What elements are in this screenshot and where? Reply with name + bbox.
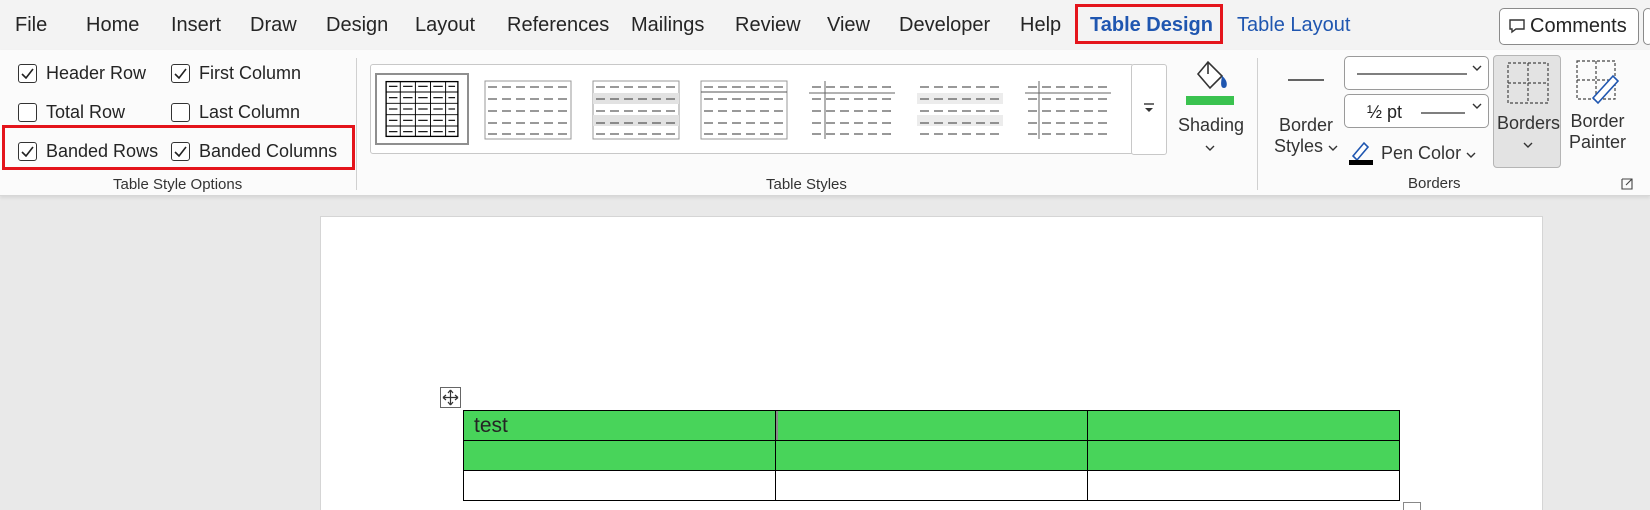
borders-button[interactable]: Borders xyxy=(1493,55,1561,168)
border-painter-label-1: Border xyxy=(1570,111,1625,131)
tab-review[interactable]: Review xyxy=(735,14,801,37)
table-style-options-group-label: Table Style Options xyxy=(113,176,243,193)
border-styles-button[interactable]: Border Styles xyxy=(1272,72,1340,162)
line-weight-value: ½ pt xyxy=(1367,102,1403,122)
comments-label: Comments xyxy=(1530,15,1627,37)
line-weight-preview xyxy=(1421,112,1465,114)
tab-references[interactable]: References xyxy=(507,14,609,37)
table-styles-group-label: Table Styles xyxy=(766,176,847,193)
highlight-table-design xyxy=(1075,4,1223,44)
tab-help[interactable]: Help xyxy=(1020,14,1061,37)
border-styles-label-1: Border xyxy=(1278,115,1334,135)
chevron-down-icon xyxy=(1466,152,1476,158)
table-style-plain-banded-thumbnail[interactable] xyxy=(913,73,1007,145)
checkbox-unchecked-icon xyxy=(171,103,190,122)
comment-icon xyxy=(1509,19,1525,34)
table-row xyxy=(463,440,1400,471)
first-column-label: First Column xyxy=(199,63,302,83)
border-styles-label-2: Styles xyxy=(1272,136,1340,157)
move-arrows-icon xyxy=(442,389,459,406)
tab-design[interactable]: Design xyxy=(326,14,388,37)
table-cell[interactable]: test xyxy=(463,410,776,441)
table-cell[interactable] xyxy=(775,410,1088,441)
table-row: test xyxy=(463,410,1400,441)
tab-layout[interactable]: Layout xyxy=(415,14,475,37)
table-cell[interactable] xyxy=(1087,410,1400,441)
tab-developer[interactable]: Developer xyxy=(899,14,990,37)
table-cell[interactable] xyxy=(775,470,1088,501)
group-divider xyxy=(1257,58,1258,190)
last-column-label: Last Column xyxy=(199,102,301,122)
borders-group-label: Borders xyxy=(1408,175,1461,192)
border-painter-label-2: Painter xyxy=(1568,132,1627,152)
chevron-down-icon xyxy=(1328,145,1338,151)
tab-view[interactable]: View xyxy=(827,14,870,37)
table-cell[interactable] xyxy=(775,440,1088,471)
checkbox-unchecked-icon xyxy=(18,103,37,122)
table-cell[interactable] xyxy=(463,440,776,471)
tab-home[interactable]: Home xyxy=(86,14,139,37)
table-style-grid-thumbnail[interactable] xyxy=(375,73,469,145)
table-move-handle[interactable] xyxy=(440,387,461,408)
group-divider xyxy=(356,58,357,190)
gallery-more-icon xyxy=(1144,103,1154,112)
chevron-down-icon xyxy=(1472,103,1482,109)
table-style-header-grid-thumbnail[interactable] xyxy=(697,73,791,145)
checkbox-checked-icon xyxy=(18,64,37,83)
chevron-down-icon xyxy=(1205,145,1215,151)
line-weight-dropdown[interactable]: ½ pt xyxy=(1344,94,1489,128)
table-style-lined-thumbnail[interactable] xyxy=(1021,73,1115,145)
paint-bucket-icon xyxy=(1186,60,1234,105)
tab-insert[interactable]: Insert xyxy=(171,14,221,37)
table-style-first-column-thumbnail[interactable] xyxy=(805,73,899,145)
menu-bar: File Home Insert Draw Design Layout Refe… xyxy=(0,0,1650,50)
table-resize-handle[interactable] xyxy=(1403,502,1421,510)
chevron-down-icon xyxy=(1472,65,1482,71)
table-row xyxy=(463,470,1400,501)
header-row-label: Header Row xyxy=(46,63,147,83)
border-style-line-icon xyxy=(1288,79,1324,81)
borders-grid-icon xyxy=(1507,62,1549,104)
table-cell[interactable] xyxy=(1087,440,1400,471)
comments-button[interactable]: Comments xyxy=(1499,8,1639,45)
table-style-banded-thumbnail[interactable] xyxy=(589,73,683,145)
chevron-down-icon xyxy=(1523,142,1533,148)
shading-button[interactable]: Shading xyxy=(1178,58,1245,158)
tab-table-layout[interactable]: Table Layout xyxy=(1237,14,1350,37)
table-styles-gallery xyxy=(370,64,1134,154)
table-style-light-grid-thumbnail[interactable] xyxy=(481,73,575,145)
pen-color-button[interactable]: Pen Color xyxy=(1348,139,1476,165)
tab-draw[interactable]: Draw xyxy=(250,14,297,37)
highlight-banded-options xyxy=(2,125,355,170)
shading-label: Shading xyxy=(1178,115,1245,135)
table-cell[interactable] xyxy=(463,470,776,501)
checkbox-checked-icon xyxy=(171,64,190,83)
border-painter-button[interactable]: Border Painter xyxy=(1565,58,1630,168)
dialog-launcher-icon[interactable] xyxy=(1621,178,1633,190)
pen-color-icon xyxy=(1349,141,1373,165)
borders-label: Borders xyxy=(1497,113,1561,133)
total-row-label: Total Row xyxy=(46,102,126,122)
share-button-edge[interactable] xyxy=(1643,8,1650,45)
tab-mailings[interactable]: Mailings xyxy=(631,14,704,37)
line-style-dropdown[interactable] xyxy=(1344,56,1489,90)
line-style-preview xyxy=(1357,73,1467,75)
pen-color-label: Pen Color xyxy=(1381,143,1462,163)
document-table[interactable]: test xyxy=(463,410,1400,501)
border-painter-icon xyxy=(1575,60,1619,105)
tab-file[interactable]: File xyxy=(15,14,47,37)
gallery-more-button[interactable] xyxy=(1131,64,1167,155)
table-cell[interactable] xyxy=(1087,470,1400,501)
